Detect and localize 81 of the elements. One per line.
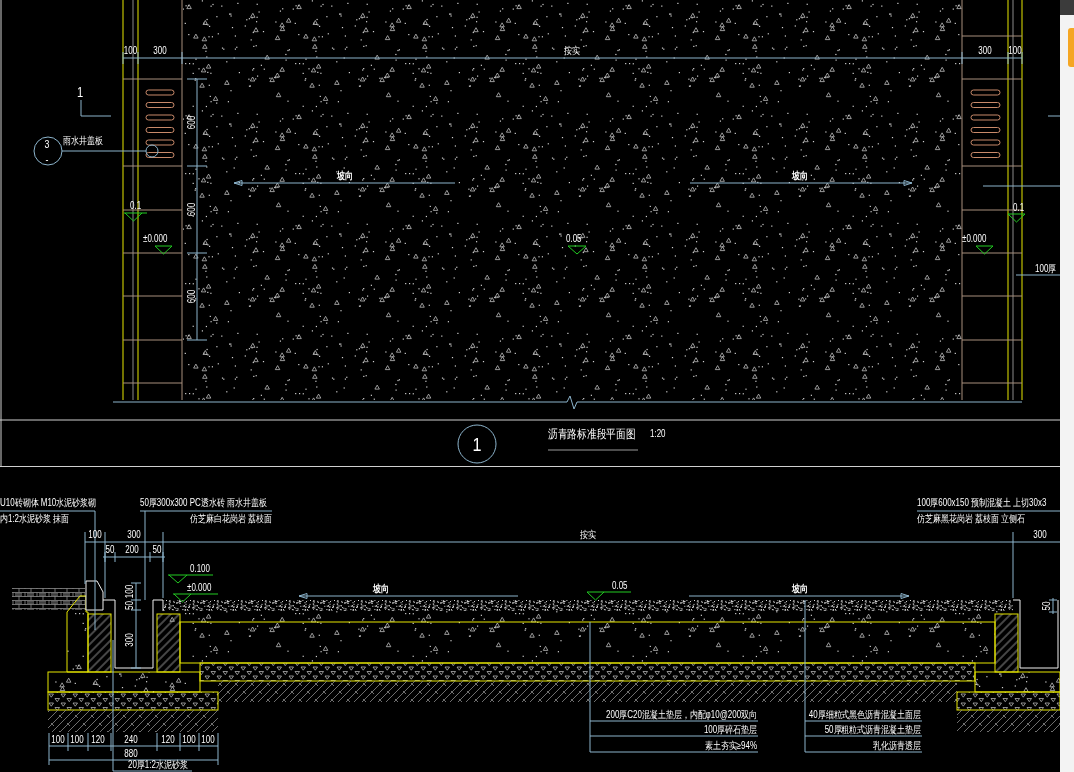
layer-note: 200厚C20混凝土垫层，内配φ10@200双向 [606,709,757,721]
callout-sheet-number: - [45,153,49,166]
dimension-label: 600 [186,289,198,304]
slope-label: 坡向 [373,583,389,595]
note-text: 100厚600x150 预制混凝土 上切30x3 [917,497,1047,509]
section-mark-label: 1 [76,84,84,101]
dimension-label: 300 [978,45,992,57]
dimension-label: 100 [88,529,102,541]
elevation-marker-icon [586,591,632,601]
dimension-label: 100 [1008,45,1022,57]
drain-channel [102,599,164,669]
dimension-label: 50 [152,544,162,556]
callout-number: 3 [44,138,50,151]
dimension-label: 120 [161,734,175,746]
note-text: 仿芝麻黑花岗岩 荔枝面 立侧石 [917,513,1025,525]
callout-label: 雨水井盖板 [63,135,103,147]
dimension-label: 600 [186,115,198,130]
slope-label: 坡向 [792,583,808,595]
dimension-label: 300 [127,529,141,541]
note-text: 20厚1:2水泥砂浆 [128,759,188,771]
dimension-label: 按实 [580,529,596,541]
layer-note: 100厚碎石垫层 [703,724,757,736]
leader-line [1047,115,1060,117]
drain-grate-icon [970,89,1001,158]
dimension-label: 50 [124,601,136,610]
note-text: U10砖砌体 M10水泥砂浆砌 [0,497,97,509]
elevation-label: 0.1 [1013,202,1025,214]
elevation-label: ±0.000 [187,582,212,594]
elevation-label: 0.1 [130,200,142,212]
title-circle [457,424,497,464]
dimension-label: 300 [1033,529,1047,541]
note-text: 内1:2水泥砂浆 抹面 [0,513,69,525]
dimension-label: 50 [105,544,115,556]
dimension-label: 100 [70,734,84,746]
dimension-label: 按实 [564,45,580,57]
elevation-marker-icon [172,593,219,603]
dimension-label: 50 [1041,601,1053,611]
slope-label: 坡向 [792,170,808,182]
callout-circle [33,136,63,166]
section-cut-line [80,99,112,117]
note-text: 100厚 [1035,263,1057,275]
dimension-label: 600 [186,202,198,217]
elevation-label: 0.05 [612,580,628,592]
drawing-title: 沥青路标准段平面图 [548,426,636,441]
drain-grate-icon [145,89,175,158]
dimension-label: 300 [124,633,136,647]
elevation-marker-icon [167,574,214,584]
dimension-label: 240 [124,734,138,746]
elevation-marker-icon [154,245,173,255]
slope-label: 坡向 [337,170,353,182]
dimension-label: 100 [123,45,138,57]
layer-note: 50厚粗粒式沥青混凝土垫层 [824,724,921,736]
leader-line [1015,274,1060,276]
dimension-label: 200 [125,544,139,556]
layer-note: 素土夯实≥94% [704,740,757,752]
dimension-label: 100 [182,734,196,746]
elevation-marker-icon [1007,213,1026,223]
elevation-marker-icon [567,245,587,255]
elevation-label: ±0.000 [143,233,168,245]
dimension-label: 100 [201,734,215,746]
note-text: 50厚300x300 PC透水砖 雨水井盖板 [140,497,267,509]
title-number: 1 [472,435,482,456]
dimension-label: 120 [91,734,105,746]
layer-note: 乳化沥青透层 [873,740,921,752]
elevation-marker-icon [975,245,994,255]
brick-wall [87,613,112,673]
brick-wall [994,613,1019,673]
panel-header [1060,0,1074,15]
dimension-label: 100 [124,584,136,599]
elevation-label: ±0.000 [962,233,987,245]
elevation-label: 0.100 [190,563,210,575]
elevation-label: 0.05 [566,233,582,245]
elevation-marker-icon [123,212,148,222]
dimension-label: 100 [51,734,65,746]
panel-tab[interactable] [1068,28,1074,67]
dimension-label: 300 [153,45,167,57]
brick-wall [156,613,181,673]
scale-label: 1:20 [650,428,666,440]
note-text: 仿芝麻白花岗岩 荔枝面 [190,513,272,525]
dimension-label: 880 [124,748,138,760]
layer-note: 40厚细粒式黑色沥青混凝土面层 [808,709,921,721]
